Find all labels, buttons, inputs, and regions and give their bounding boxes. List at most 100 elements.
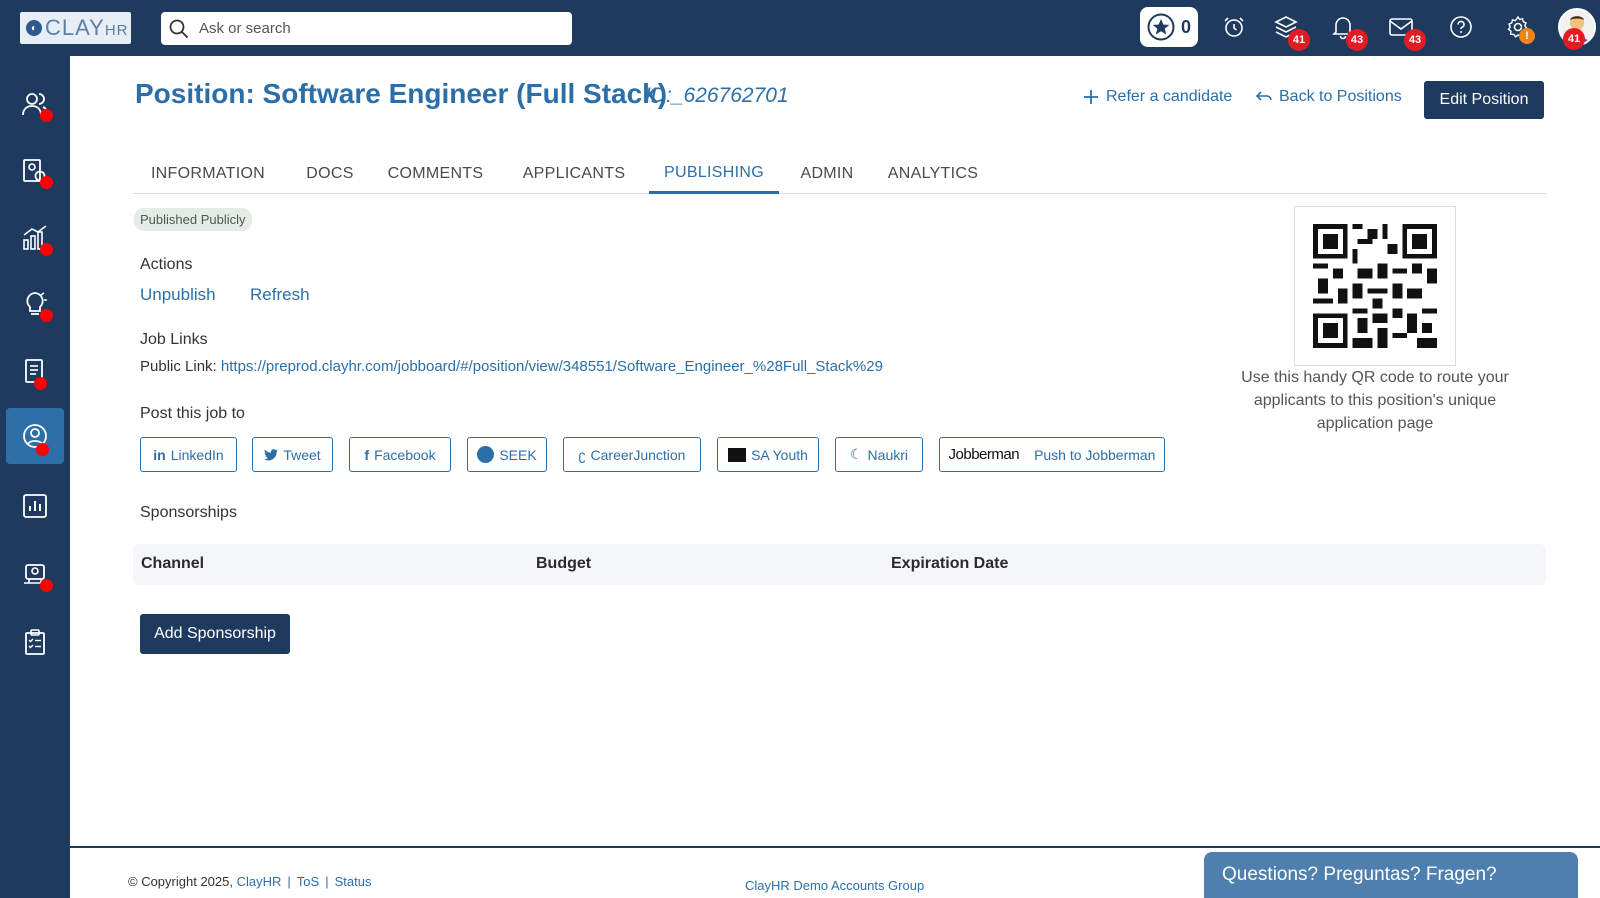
sidebar-item-checklist[interactable] <box>6 614 64 670</box>
help-chat-tab[interactable]: Questions? Preguntas? Fragen? <box>1204 852 1578 898</box>
main-content: Position: Software Engineer (Full Stack)… <box>70 56 1600 848</box>
seek-share-button[interactable]: SEEK <box>467 437 547 472</box>
twitter-icon <box>264 448 279 460</box>
column-header-channel: Channel <box>141 555 205 572</box>
footer-group-name: ClayHR Demo Accounts Group <box>745 878 925 893</box>
layers-button[interactable]: 41 <box>1271 12 1310 51</box>
star-icon <box>1147 13 1175 41</box>
tab-comments[interactable]: COMMENTS <box>373 154 498 194</box>
logo-suffix: HR <box>104 22 129 39</box>
sidebar-alert-dot <box>40 176 53 189</box>
sponsorships-heading: Sponsorships <box>140 504 237 521</box>
footer-copyright: © Copyright 2025, ClayHR | ToS | Status <box>128 874 372 889</box>
facebook-label: Facebook <box>374 446 436 463</box>
plus-icon <box>1084 90 1098 104</box>
rewards-star-button[interactable]: 0 <box>1140 7 1198 47</box>
refer-candidate-label: Refer a candidate <box>1106 88 1233 105</box>
linkedin-share-button[interactable]: in LinkedIn <box>140 437 237 472</box>
jobberman-logo: Jobberman <box>948 446 1020 463</box>
sidebar-item-candidates[interactable] <box>6 143 64 199</box>
sidebar-item-people[interactable] <box>6 76 64 132</box>
sidebar-alert-dot <box>36 443 49 456</box>
public-link-row: Public Link: https://preprod.clayhr.com/… <box>140 358 883 375</box>
careerjunction-icon: ʗ <box>578 446 586 463</box>
tab-publishing[interactable]: PUBLISHING <box>649 154 779 194</box>
search-input[interactable] <box>199 20 559 37</box>
left-sidebar <box>0 56 70 898</box>
sponsorships-table-header: Channel Budget Expiration Date <box>133 544 1546 585</box>
back-to-positions-label: Back to Positions <box>1279 88 1402 105</box>
sidebar-item-documents[interactable] <box>6 343 64 399</box>
edit-position-button[interactable]: Edit Position <box>1424 81 1544 119</box>
avatar-count-badge: 41 <box>1563 28 1585 50</box>
logo-text: CLAY <box>45 15 105 40</box>
sidebar-alert-dot <box>40 109 53 122</box>
return-arrow-icon <box>1255 91 1272 101</box>
alarm-clock-button[interactable] <box>1219 12 1249 42</box>
sa-youth-share-button[interactable]: SA Youth <box>717 437 819 472</box>
logo-mark-icon: ◐ <box>26 20 42 36</box>
help-button[interactable] <box>1446 12 1476 42</box>
sa-youth-label: SA Youth <box>751 446 808 463</box>
tab-applicants[interactable]: APPLICANTS <box>509 154 639 194</box>
messages-count-badge: 43 <box>1404 29 1426 51</box>
top-navigation-bar: ◐ CLAYHR 0 41 43 43 ! 41 <box>0 0 1600 56</box>
refer-candidate-link[interactable]: Refer a candidate <box>1082 88 1232 106</box>
add-sponsorship-button[interactable]: Add Sponsorship <box>140 614 290 654</box>
linkedin-icon: in <box>153 446 166 463</box>
jobberman-push-button[interactable]: Jobberman Push to Jobberman <box>939 437 1165 472</box>
copyright-text: © Copyright 2025, <box>128 874 233 889</box>
tweet-label: Tweet <box>283 446 321 463</box>
position-id: ID:_626762701 <box>645 84 789 107</box>
tab-analytics[interactable]: ANALYTICS <box>873 154 993 194</box>
facebook-share-button[interactable]: f Facebook <box>349 437 451 472</box>
public-link-url[interactable]: https://preprod.clayhr.com/jobboard/#/po… <box>221 358 883 375</box>
settings-button[interactable]: ! <box>1503 12 1535 44</box>
sidebar-alert-dot <box>40 243 53 256</box>
checklist-icon <box>25 629 45 655</box>
messages-button[interactable]: 43 <box>1386 12 1426 51</box>
tweet-share-button[interactable]: Tweet <box>252 437 333 472</box>
sidebar-item-ideas[interactable] <box>6 276 64 332</box>
refresh-link[interactable]: Refresh <box>250 285 310 305</box>
clayhr-logo[interactable]: ◐ CLAYHR <box>20 12 131 44</box>
post-job-heading: Post this job to <box>140 405 245 422</box>
footer-company-link[interactable]: ClayHR <box>237 874 282 889</box>
column-header-budget: Budget <box>536 555 592 572</box>
status-badge: Published Publicly <box>134 208 252 231</box>
layers-count-badge: 41 <box>1288 29 1310 51</box>
page-title: Position: Software Engineer (Full Stack) <box>135 78 668 109</box>
tab-docs[interactable]: DOCS <box>290 154 370 194</box>
naukri-share-button[interactable]: ☾ Naukri <box>835 437 923 472</box>
job-links-heading: Job Links <box>140 331 208 348</box>
footer-tos-link[interactable]: ToS <box>297 874 319 889</box>
star-count: 0 <box>1180 16 1191 37</box>
sidebar-item-onboarding[interactable] <box>6 546 64 602</box>
sidebar-item-reports[interactable] <box>6 478 64 534</box>
careerjunction-label: CareerJunction <box>590 446 686 463</box>
alarm-clock-icon <box>1224 17 1244 37</box>
notifications-count-badge: 43 <box>1346 29 1368 51</box>
qr-caption: Use this handy QR code to route your app… <box>1241 369 1509 432</box>
sidebar-item-analytics[interactable] <box>6 210 64 266</box>
linkedin-label: LinkedIn <box>170 446 224 463</box>
help-icon <box>1450 16 1472 38</box>
unpublish-link[interactable]: Unpublish <box>140 285 216 305</box>
tab-information[interactable]: INFORMATION <box>133 154 283 194</box>
naukri-icon: ☾ <box>849 446 863 462</box>
qr-code <box>1294 206 1456 366</box>
naukri-label: Naukri <box>867 446 909 463</box>
footer-status-link[interactable]: Status <box>335 874 372 889</box>
qr-code-icon <box>1313 224 1437 348</box>
careerjunction-share-button[interactable]: ʗ CareerJunction <box>563 437 701 472</box>
actions-heading: Actions <box>140 256 193 273</box>
sidebar-alert-dot <box>34 377 47 390</box>
back-to-positions-link[interactable]: Back to Positions <box>1255 88 1402 106</box>
position-tabs: INFORMATION DOCS COMMENTS APPLICANTS PUB… <box>133 154 1546 194</box>
tab-admin[interactable]: ADMIN <box>787 154 867 194</box>
notifications-button[interactable]: 43 <box>1328 12 1368 51</box>
seek-label: SEEK <box>499 446 537 463</box>
sidebar-item-recruiting[interactable] <box>6 408 64 464</box>
search-bar[interactable] <box>161 12 572 45</box>
search-icon <box>169 19 189 38</box>
